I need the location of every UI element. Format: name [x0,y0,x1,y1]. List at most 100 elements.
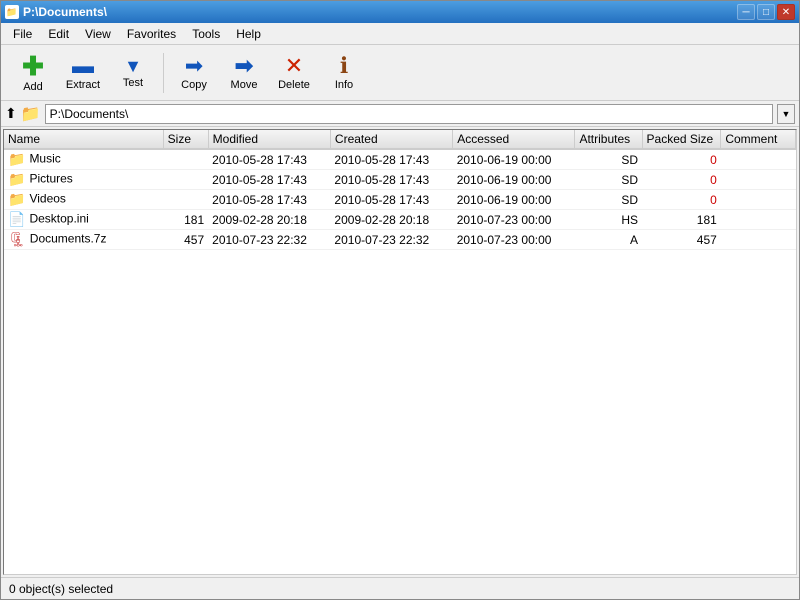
move-button[interactable]: ➡ Move [220,49,268,97]
cell-name: 📄Desktop.ini [4,210,163,230]
test-label: Test [123,77,143,89]
minimize-button[interactable]: ─ [737,4,755,20]
cell-accessed: 2010-06-19 00:00 [453,149,575,170]
menu-favorites[interactable]: Favorites [119,25,184,43]
cell-comment [721,190,796,210]
add-button[interactable]: ✚ Add [9,49,57,97]
window-title: P:\Documents\ [23,5,107,19]
title-bar: 📁 P:\Documents\ ─ □ ✕ [1,1,799,23]
copy-button[interactable]: ➡ Copy [170,49,218,97]
col-header-modified[interactable]: Modified [208,130,330,149]
cell-modified: 2010-05-28 17:43 [208,170,330,190]
status-text: 0 object(s) selected [9,582,791,596]
main-window: 📁 P:\Documents\ ─ □ ✕ File Edit View Fav… [0,0,800,600]
maximize-button[interactable]: □ [757,4,775,20]
toolbar-separator [163,53,164,93]
table-row[interactable]: 📁Music 2010-05-28 17:43 2010-05-28 17:43… [4,149,796,170]
col-header-size[interactable]: Size [163,130,208,149]
add-label: Add [23,81,43,93]
cell-packed-size: 0 [642,190,721,210]
cell-created: 2010-07-23 22:32 [330,230,452,250]
menu-view[interactable]: View [77,25,119,43]
test-button[interactable]: ▼ Test [109,49,157,97]
col-header-name[interactable]: Name [4,130,163,149]
cell-name: 📁Pictures [4,170,163,190]
cell-created: 2010-05-28 17:43 [330,190,452,210]
extract-icon: ▬ [72,55,94,77]
info-icon: ℹ [340,55,348,77]
address-dropdown[interactable]: ▼ [777,104,795,124]
extract-label: Extract [66,79,100,91]
table-header-row: Name Size Modified Created Accessed Attr… [4,130,796,149]
folder-icon: 📁 [8,171,25,188]
file-table: Name Size Modified Created Accessed Attr… [4,130,796,250]
table-row[interactable]: 📄Desktop.ini 181 2009-02-28 20:18 2009-0… [4,210,796,230]
menu-tools[interactable]: Tools [184,25,228,43]
col-header-accessed[interactable]: Accessed [453,130,575,149]
cell-modified: 2010-07-23 22:32 [208,230,330,250]
address-field[interactable]: P:\Documents\ [45,104,773,124]
table-row[interactable]: 🗜Documents.7z 457 2010-07-23 22:32 2010-… [4,230,796,250]
copy-label: Copy [181,79,207,91]
cell-name: 📁Music [4,149,163,170]
cell-comment [721,230,796,250]
col-header-packed[interactable]: Packed Size [642,130,721,149]
up-icon[interactable]: ⬆ [5,105,17,122]
cell-created: 2010-05-28 17:43 [330,149,452,170]
move-icon: ➡ [235,55,253,77]
cell-accessed: 2010-06-19 00:00 [453,170,575,190]
folder-icon: 📁 [8,191,25,208]
cell-comment [721,210,796,230]
cell-packed-size: 0 [642,170,721,190]
address-bar: ⬆ 📁 P:\Documents\ ▼ [1,101,799,127]
cell-comment [721,149,796,170]
title-bar-left: 📁 P:\Documents\ [5,5,107,19]
col-header-comment[interactable]: Comment [721,130,796,149]
delete-button[interactable]: ✕ Delete [270,49,318,97]
address-folder-icon: 📁 [21,104,41,124]
col-header-attributes[interactable]: Attributes [575,130,642,149]
cell-packed-size: 0 [642,149,721,170]
folder-icon: 📁 [8,151,25,168]
title-controls: ─ □ ✕ [737,4,795,20]
menu-file[interactable]: File [5,25,40,43]
cell-attributes: HS [575,210,642,230]
cell-size [163,149,208,170]
cell-name: 📁Videos [4,190,163,210]
test-icon: ▼ [124,57,142,75]
cell-created: 2009-02-28 20:18 [330,210,452,230]
cell-modified: 2010-05-28 17:43 [208,149,330,170]
file-icon: 📄 [8,211,25,228]
info-button[interactable]: ℹ Info [320,49,368,97]
table-row[interactable]: 📁Pictures 2010-05-28 17:43 2010-05-28 17… [4,170,796,190]
move-label: Move [231,79,258,91]
cell-attributes: SD [575,149,642,170]
menu-bar: File Edit View Favorites Tools Help [1,23,799,45]
col-header-created[interactable]: Created [330,130,452,149]
cell-size: 181 [163,210,208,230]
cell-modified: 2009-02-28 20:18 [208,210,330,230]
cell-size [163,190,208,210]
cell-modified: 2010-05-28 17:43 [208,190,330,210]
delete-label: Delete [278,79,310,91]
cell-attributes: A [575,230,642,250]
table-row[interactable]: 📁Videos 2010-05-28 17:43 2010-05-28 17:4… [4,190,796,210]
close-button[interactable]: ✕ [777,4,795,20]
address-path: P:\Documents\ [50,107,129,121]
cell-name: 🗜Documents.7z [4,230,163,250]
delete-icon: ✕ [285,55,303,77]
archive-icon: 🗜 [8,231,26,248]
toolbar: ✚ Add ▬ Extract ▼ Test ➡ Copy ➡ Move ✕ D… [1,45,799,101]
cell-comment [721,170,796,190]
extract-button[interactable]: ▬ Extract [59,49,107,97]
file-list-body: 📁Music 2010-05-28 17:43 2010-05-28 17:43… [4,149,796,250]
menu-edit[interactable]: Edit [40,25,77,43]
cell-packed-size: 457 [642,230,721,250]
file-list-container[interactable]: Name Size Modified Created Accessed Attr… [3,129,797,575]
menu-help[interactable]: Help [228,25,269,43]
cell-size [163,170,208,190]
info-label: Info [335,79,353,91]
cell-size: 457 [163,230,208,250]
title-icon: 📁 [5,5,19,19]
cell-accessed: 2010-07-23 00:00 [453,210,575,230]
